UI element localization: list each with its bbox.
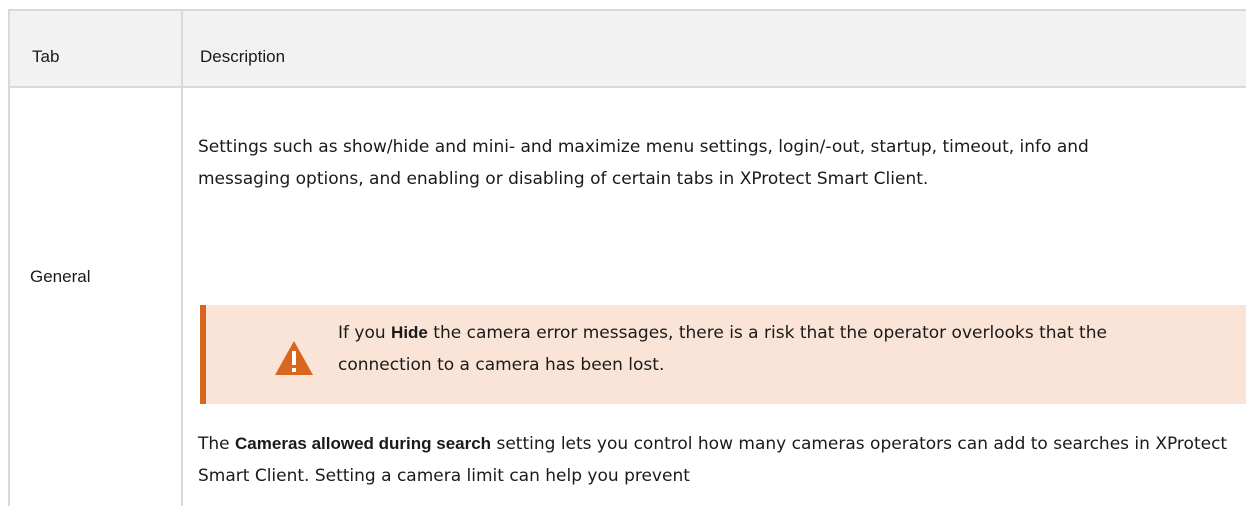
description-cameras-setting: The Cameras allowed during search settin…	[198, 428, 1228, 492]
header-separator	[8, 86, 1246, 88]
warning-text: If you Hide the camera error messages, t…	[338, 317, 1158, 381]
warning-text-suffix: the camera error messages, there is a ri…	[338, 323, 1107, 375]
cameras-text-bold: Cameras allowed during search	[235, 434, 492, 453]
column-header-description: Description	[200, 47, 286, 66]
warning-callout: If you Hide the camera error messages, t…	[200, 305, 1246, 404]
description-intro: Settings such as show/hide and mini- and…	[198, 137, 1089, 189]
table-border-left	[8, 9, 10, 506]
column-divider	[181, 9, 183, 506]
table-header-row: Tab Description	[10, 11, 1246, 86]
table-border-top	[8, 9, 1246, 11]
warning-text-bold: Hide	[391, 323, 428, 342]
warning-icon	[275, 341, 313, 375]
warning-text-prefix: If you	[338, 323, 392, 343]
cameras-text-prefix: The	[198, 434, 236, 454]
settings-table: Tab Description General Settings such as…	[8, 9, 1246, 506]
row-tab-general: General	[30, 267, 91, 286]
column-header-tab: Tab	[32, 47, 60, 66]
